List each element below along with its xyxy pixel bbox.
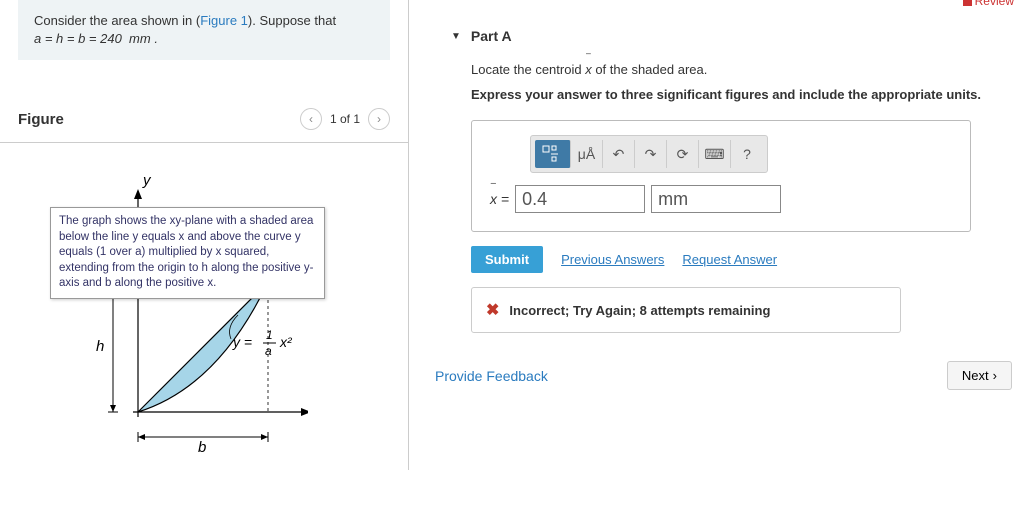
figure-counter: 1 of 1 bbox=[330, 112, 360, 126]
submit-button[interactable]: Submit bbox=[471, 246, 543, 273]
answer-toolbar: μÅ ↶ ↷ ⟳ ⌨ ? bbox=[530, 135, 768, 173]
problem-statement: Consider the area shown in (Figure 1). S… bbox=[18, 0, 390, 60]
figure-header: Figure ‹ 1 of 1 › bbox=[0, 100, 408, 143]
svg-text:b: b bbox=[198, 439, 206, 456]
problem-text-after: ). Suppose that bbox=[248, 13, 336, 28]
chevron-right-icon: › bbox=[993, 368, 997, 383]
svg-text:y: y bbox=[142, 172, 152, 189]
help-button[interactable]: ? bbox=[731, 140, 763, 168]
problem-equation: a = h = b = 240 mm . bbox=[34, 31, 158, 46]
review-flag-icon bbox=[963, 0, 972, 6]
answer-unit-input[interactable] bbox=[651, 185, 781, 213]
svg-text:1: 1 bbox=[266, 328, 273, 342]
next-label: Next bbox=[962, 368, 989, 383]
provide-feedback-link[interactable]: Provide Feedback bbox=[435, 368, 548, 384]
part-bold-instruction: Express your answer to three significant… bbox=[471, 87, 996, 102]
feedback-box: ✖ Incorrect; Try Again; 8 attempts remai… bbox=[471, 287, 901, 333]
figure-prev-button[interactable]: ‹ bbox=[300, 108, 322, 130]
feedback-text: Incorrect; Try Again; 8 attempts remaini… bbox=[509, 303, 770, 318]
svg-text:x²: x² bbox=[279, 334, 293, 350]
part-header[interactable]: ▼ Part A bbox=[433, 0, 1014, 54]
problem-text-before: Consider the area shown in ( bbox=[34, 13, 200, 28]
figure-tooltip: The graph shows the xy-plane with a shad… bbox=[50, 207, 325, 299]
part-title: Part A bbox=[471, 28, 512, 44]
templates-button[interactable] bbox=[535, 140, 571, 168]
collapse-icon: ▼ bbox=[451, 31, 461, 42]
previous-answers-link[interactable]: Previous Answers bbox=[561, 252, 664, 267]
answer-var-label: x = bbox=[490, 191, 509, 207]
review-link[interactable]: Review bbox=[963, 0, 1014, 8]
review-label: Review bbox=[975, 0, 1014, 8]
units-button[interactable]: μÅ bbox=[571, 140, 603, 168]
undo-button[interactable]: ↶ bbox=[603, 140, 635, 168]
request-answer-link[interactable]: Request Answer bbox=[682, 252, 777, 267]
incorrect-icon: ✖ bbox=[486, 300, 499, 320]
svg-text:y =: y = bbox=[232, 334, 252, 350]
reset-button[interactable]: ⟳ bbox=[667, 140, 699, 168]
keyboard-button[interactable]: ⌨ bbox=[699, 140, 731, 168]
answer-box: μÅ ↶ ↷ ⟳ ⌨ ? x = bbox=[471, 120, 971, 232]
redo-button[interactable]: ↷ bbox=[635, 140, 667, 168]
figure-link[interactable]: Figure 1 bbox=[200, 13, 248, 28]
figure-area: The graph shows the xy-plane with a shad… bbox=[0, 157, 408, 470]
figure-next-button[interactable]: › bbox=[368, 108, 390, 130]
figure-title: Figure bbox=[18, 111, 64, 128]
svg-text:a: a bbox=[265, 344, 272, 358]
next-button[interactable]: Next › bbox=[947, 361, 1012, 390]
part-instruction: Locate the centroid x of the shaded area… bbox=[471, 62, 996, 77]
answer-value-input[interactable] bbox=[515, 185, 645, 213]
svg-text:h: h bbox=[96, 338, 104, 355]
